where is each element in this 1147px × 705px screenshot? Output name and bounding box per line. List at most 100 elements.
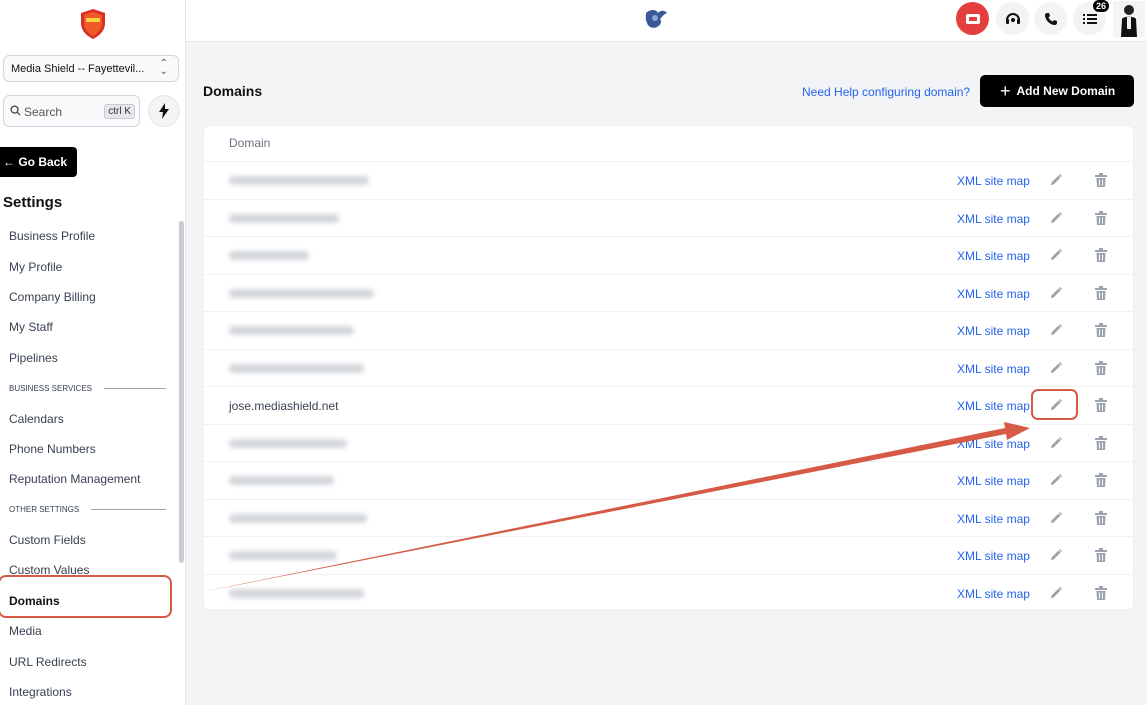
pencil-icon[interactable] (1049, 361, 1063, 375)
phone-icon (1044, 12, 1057, 25)
top-bar: 26 (186, 0, 1147, 42)
sidebar-scrollbar[interactable] (179, 221, 184, 563)
xml-site-map-link[interactable]: XML site map (957, 212, 1030, 226)
sidebar-item-my-staff[interactable]: My Staff (0, 312, 176, 342)
notifications-button[interactable]: 26 (1073, 0, 1110, 35)
xml-site-map-link[interactable]: XML site map (957, 324, 1030, 338)
table-row: XML site map (204, 312, 1133, 350)
search-placeholder: Search (24, 105, 63, 119)
nav-section-label: OTHER SETTINGS (9, 505, 80, 515)
domain-name: jose.mediashield.net (229, 399, 339, 413)
nav-section-header: BUSINESS SERVICES (0, 373, 176, 403)
domain-redacted (229, 363, 364, 373)
page-title: Domains (203, 83, 263, 99)
table-row: XML site map (204, 237, 1133, 275)
brand-logo[interactable] (79, 8, 107, 40)
sidebar-item-business-profile[interactable]: Business Profile (0, 221, 176, 251)
domain-redacted (229, 251, 309, 260)
support-button[interactable] (996, 2, 1029, 35)
xml-site-map-link[interactable]: XML site map (957, 474, 1030, 488)
sidebar-item-custom-fields[interactable]: Custom Fields (0, 525, 176, 555)
center-logo (645, 10, 667, 28)
pencil-icon[interactable] (1049, 511, 1063, 525)
trash-icon[interactable] (1095, 360, 1107, 375)
sidebar-item-pipelines[interactable]: Pipelines (0, 343, 176, 373)
pencil-icon[interactable] (1049, 586, 1063, 600)
xml-site-map-link[interactable]: XML site map (957, 587, 1030, 601)
sidebar-item-url-redirects[interactable]: URL Redirects (0, 646, 176, 676)
arrow-left-icon: ← (3, 155, 15, 169)
sidebar-item-integrations[interactable]: Integrations (0, 677, 176, 705)
domain-redacted (229, 438, 347, 448)
quick-actions-button[interactable] (148, 95, 180, 127)
sidebar-item-calendars[interactable]: Calendars (0, 403, 176, 433)
domain-redacted (229, 476, 334, 485)
table-row: XML site map (204, 275, 1133, 312)
add-new-domain-button[interactable]: + Add New Domain (980, 75, 1134, 107)
pencil-icon[interactable] (1049, 323, 1063, 337)
ticket-button[interactable] (956, 2, 989, 35)
trash-icon[interactable] (1095, 548, 1107, 562)
xml-site-map-link[interactable]: XML site map (957, 437, 1030, 451)
notification-count-badge: 26 (1091, 0, 1110, 13)
xml-site-map-link[interactable]: XML site map (957, 399, 1030, 413)
divider (104, 387, 166, 389)
table-row: XML site map (204, 575, 1133, 613)
table-row: XML site map (204, 162, 1133, 200)
go-back-button[interactable]: ← Go Back (0, 147, 77, 177)
xml-site-map-link[interactable]: XML site map (957, 549, 1030, 563)
pencil-icon[interactable] (1049, 286, 1063, 300)
chevron-updown-icon: ⌃ ⌄ (159, 58, 168, 77)
location-name: Media Shield -- Fayettevil... (11, 63, 145, 75)
xml-site-map-link[interactable]: XML site map (957, 362, 1030, 376)
column-header-domain: Domain (204, 126, 1133, 162)
pencil-icon[interactable] (1049, 211, 1063, 225)
xml-site-map-link[interactable]: XML site map (957, 249, 1030, 263)
logo-wrap (0, 0, 185, 48)
divider (91, 509, 166, 511)
domain-redacted (229, 513, 367, 523)
sidebar-item-company-billing[interactable]: Company Billing (0, 282, 176, 312)
search-input[interactable]: Search ctrl K (3, 95, 140, 127)
phone-button[interactable] (1034, 2, 1067, 35)
trash-icon[interactable] (1095, 323, 1107, 337)
go-back-label: Go Back (18, 155, 68, 169)
search-icon (10, 105, 21, 116)
sidebar-item-reputation-management[interactable]: Reputation Management (0, 464, 176, 494)
pencil-icon[interactable] (1049, 436, 1063, 450)
sidebar-item-my-profile[interactable]: My Profile (0, 251, 176, 281)
user-avatar[interactable] (1113, 1, 1145, 37)
trash-icon[interactable] (1095, 210, 1107, 225)
trash-icon[interactable] (1095, 585, 1107, 600)
table-row: jose.mediashield.net XML site map (204, 387, 1133, 425)
table-body: XML site map XML site map XML site map XML … (204, 162, 1133, 612)
table-row: XML site map (204, 425, 1133, 462)
table-row: XML site map (204, 200, 1133, 237)
trash-icon[interactable] (1095, 248, 1107, 262)
trash-icon[interactable] (1095, 173, 1107, 187)
pencil-icon[interactable] (1049, 173, 1063, 187)
nav-section-label: BUSINESS SERVICES (9, 383, 92, 393)
sidebar-item-media[interactable]: Media (0, 616, 176, 646)
trash-icon[interactable] (1095, 473, 1107, 487)
pencil-icon[interactable] (1049, 248, 1063, 262)
trash-icon[interactable] (1095, 435, 1107, 450)
trash-icon[interactable] (1095, 510, 1107, 525)
settings-nav: Business Profile My Profile Company Billin… (0, 221, 176, 705)
xml-site-map-link[interactable]: XML site map (957, 174, 1030, 188)
headset-icon (1005, 12, 1020, 24)
xml-site-map-link[interactable]: XML site map (957, 287, 1030, 301)
xml-site-map-link[interactable]: XML site map (957, 512, 1030, 526)
settings-title: Settings (3, 194, 63, 211)
table-row: XML site map (204, 350, 1133, 387)
annotation-highlight-domains (0, 575, 172, 618)
add-new-domain-label: Add New Domain (1016, 84, 1116, 98)
sidebar-item-phone-numbers[interactable]: Phone Numbers (0, 434, 176, 464)
table-row: XML site map (204, 537, 1133, 575)
trash-icon[interactable] (1095, 398, 1107, 412)
trash-icon[interactable] (1095, 285, 1107, 300)
pencil-icon[interactable] (1049, 548, 1063, 562)
location-switcher[interactable]: Media Shield -- Fayettevil... ⌃ ⌄ (3, 55, 179, 82)
pencil-icon[interactable] (1049, 473, 1063, 487)
help-configuring-domain-link[interactable]: Need Help configuring domain? (802, 85, 970, 99)
